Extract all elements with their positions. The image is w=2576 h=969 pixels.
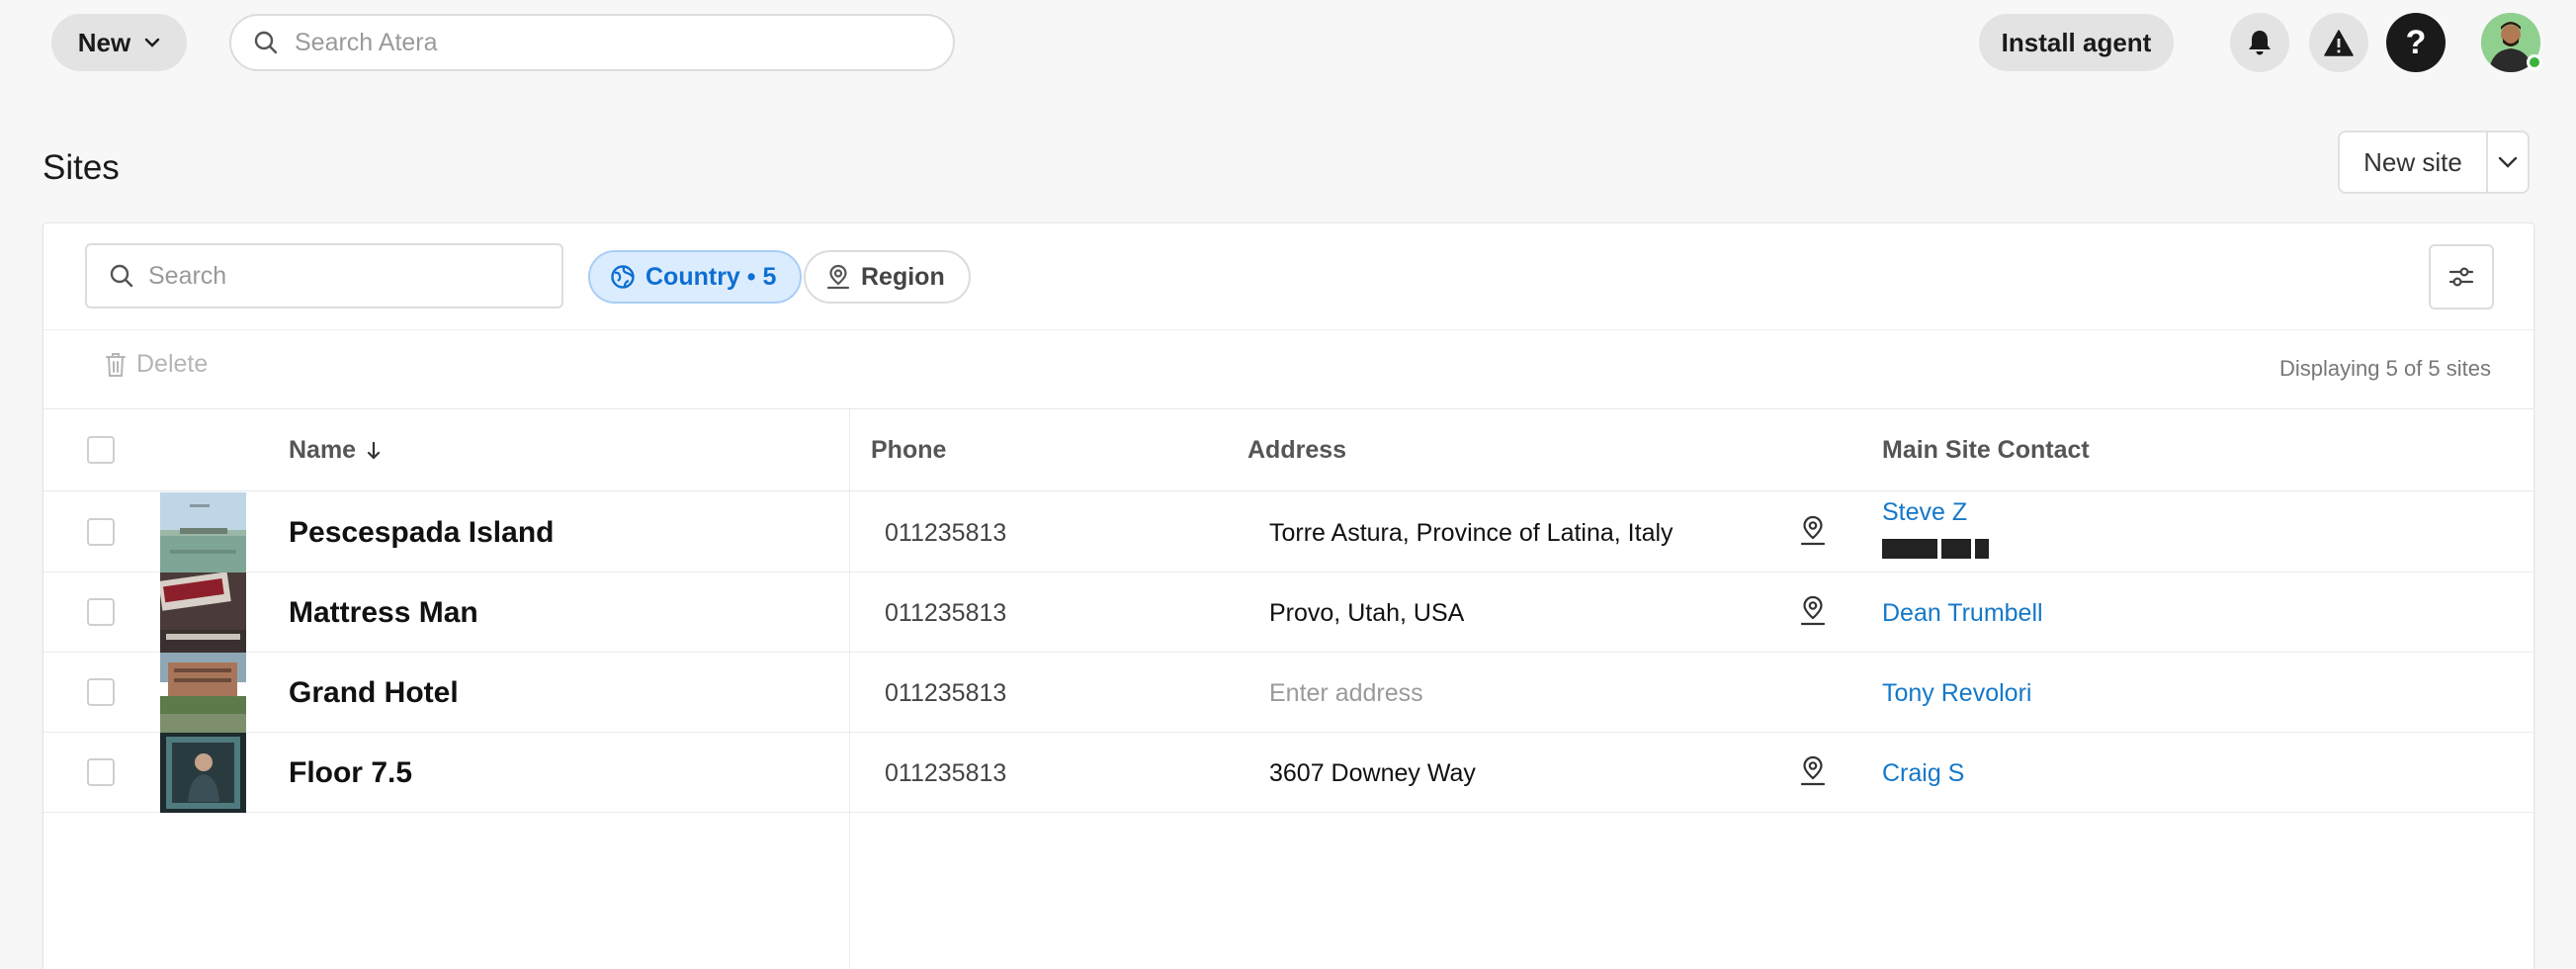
site-phone: 011235813: [885, 759, 1007, 787]
row-checkbox[interactable]: [87, 678, 115, 706]
user-avatar[interactable]: [2481, 13, 2542, 72]
delete-button[interactable]: Delete: [105, 350, 208, 379]
sites-search[interactable]: [85, 243, 563, 308]
notifications-button[interactable]: [2230, 13, 2289, 72]
enter-address-link[interactable]: Enter address: [1269, 679, 1423, 708]
warning-icon: [2324, 29, 2354, 56]
column-header-contact[interactable]: Main Site Contact: [1882, 436, 2090, 465]
alerts-button[interactable]: [2309, 13, 2368, 72]
table-row[interactable]: Grand Hotel 011235813 Enter address Tony…: [43, 653, 2533, 733]
column-header-name-label: Name: [289, 436, 357, 464]
row-checkbox[interactable]: [87, 758, 115, 786]
table-row[interactable]: Mattress Man 011235813 Provo, Utah, USA …: [43, 573, 2533, 653]
row-checkbox[interactable]: [87, 598, 115, 626]
chevron-down-icon: [145, 38, 160, 47]
page-title: Sites: [43, 148, 120, 187]
global-search-input[interactable]: [295, 28, 907, 57]
table-row[interactable]: Pescespada Island 011235813 Torre Astura…: [43, 492, 2533, 573]
search-icon: [110, 264, 133, 288]
region-filter-label: Region: [861, 262, 945, 291]
column-header-phone[interactable]: Phone: [871, 436, 946, 465]
site-name[interactable]: Floor 7.5: [289, 756, 412, 790]
globe-icon: [611, 265, 635, 289]
arrow-down-icon: [367, 441, 381, 460]
column-header-address-label: Address: [1247, 436, 1347, 464]
sliders-icon: [2448, 267, 2474, 287]
region-filter-chip[interactable]: Region: [804, 250, 971, 304]
map-pin-icon: [826, 264, 850, 290]
search-icon: [254, 31, 278, 54]
site-name[interactable]: Pescespada Island: [289, 516, 554, 550]
site-name[interactable]: Grand Hotel: [289, 676, 459, 710]
site-thumbnail: [160, 573, 246, 653]
action-bar: Delete Displaying 5 of 5 sites: [43, 330, 2533, 409]
redacted-contact-detail: [1882, 539, 1989, 559]
column-header-phone-label: Phone: [871, 436, 947, 464]
site-contact-link[interactable]: Steve Z: [1882, 498, 1967, 527]
map-pin-icon[interactable]: [1799, 755, 1827, 787]
top-bar: New Install agent ?: [0, 0, 2576, 85]
install-agent-button[interactable]: Install agent: [1979, 14, 2174, 71]
sites-search-input[interactable]: [148, 261, 544, 291]
new-button[interactable]: New: [51, 14, 187, 71]
map-pin-icon[interactable]: [1799, 515, 1827, 547]
site-address[interactable]: 3607 Downey Way: [1269, 759, 1476, 788]
table-row[interactable]: Floor 7.5 011235813 3607 Downey Way Crai…: [43, 733, 2533, 813]
country-filter-chip[interactable]: Country • 5: [588, 250, 803, 304]
delete-label: Delete: [136, 350, 209, 378]
new-site-split-button: New site: [2338, 131, 2530, 194]
new-site-button[interactable]: New site: [2340, 132, 2488, 192]
filter-bar: Country • 5 Region: [43, 223, 2533, 330]
site-address[interactable]: Torre Astura, Province of Latina, Italy: [1269, 519, 1674, 548]
site-contact-link[interactable]: Tony Revolori: [1882, 679, 2031, 708]
site-name[interactable]: Mattress Man: [289, 596, 478, 630]
site-address[interactable]: Provo, Utah, USA: [1269, 599, 1464, 628]
chevron-down-icon: [2498, 156, 2518, 168]
site-phone: 011235813: [885, 679, 1007, 707]
new-button-label: New: [77, 27, 131, 57]
column-header-name[interactable]: Name: [289, 436, 382, 465]
global-search[interactable]: [229, 14, 955, 71]
help-icon: ?: [2405, 23, 2427, 61]
trash-icon: [106, 352, 126, 377]
country-filter-label: Country • 5: [645, 262, 777, 291]
bell-icon: [2249, 31, 2271, 55]
display-count: Displaying 5 of 5 sites: [2279, 356, 2491, 381]
site-contact-link[interactable]: Dean Trumbell: [1882, 599, 2043, 628]
site-thumbnail: [160, 733, 246, 813]
sites-card: Country • 5 Region Delete Displayin: [43, 222, 2534, 969]
column-header-address[interactable]: Address: [1247, 436, 1346, 465]
select-all-checkbox[interactable]: [87, 436, 115, 464]
site-thumbnail: [160, 492, 246, 573]
site-contact-link[interactable]: Craig S: [1882, 759, 1964, 788]
help-button[interactable]: ?: [2386, 13, 2446, 72]
site-thumbnail: [160, 653, 246, 733]
map-pin-icon[interactable]: [1799, 595, 1827, 627]
column-header-contact-label: Main Site Contact: [1882, 436, 2090, 464]
column-settings-button[interactable]: [2429, 244, 2494, 309]
new-site-options-button[interactable]: [2488, 132, 2528, 192]
online-status-indicator: [2527, 54, 2542, 70]
row-checkbox[interactable]: [87, 518, 115, 546]
site-phone: 011235813: [885, 599, 1007, 627]
table-header: Name Phone Address Main Site Contact: [43, 409, 2533, 491]
site-phone: 011235813: [885, 519, 1007, 547]
